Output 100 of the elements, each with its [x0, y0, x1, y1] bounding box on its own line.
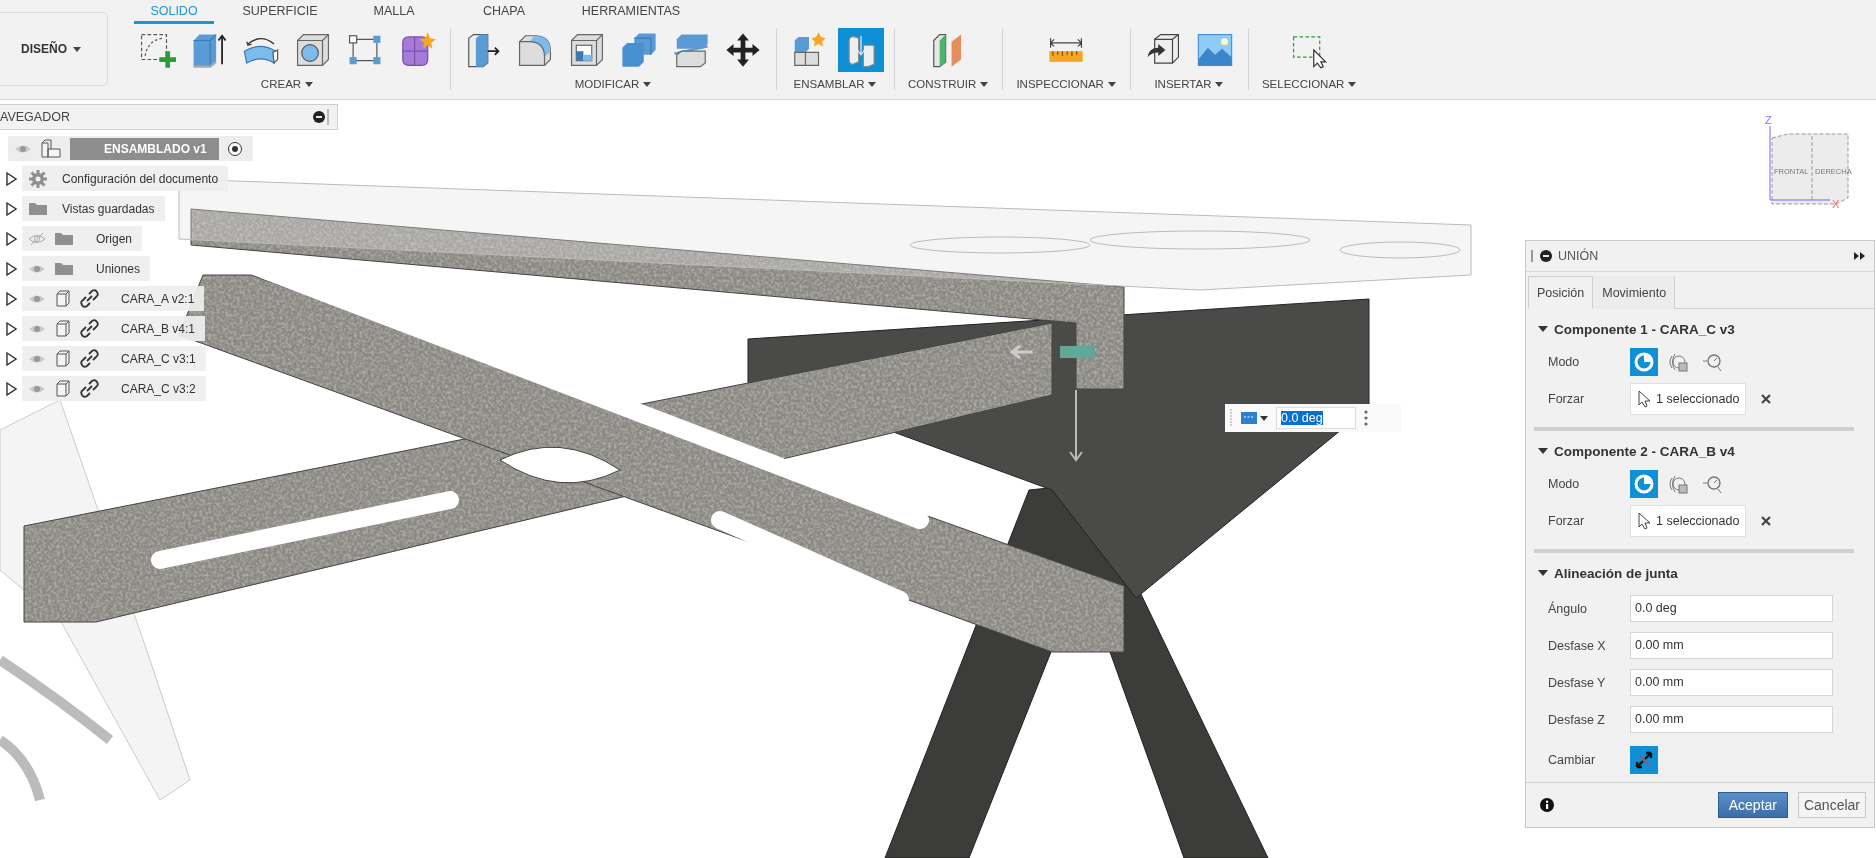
swap-arrows-icon [1634, 749, 1654, 770]
cube-icon [54, 379, 72, 398]
radio-icon[interactable] [226, 140, 243, 157]
cancel-button[interactable]: Cancelar [1797, 792, 1866, 818]
caret-icon [1348, 81, 1357, 87]
caret-icon [643, 81, 652, 87]
selection-value: 1 seleccionado [1656, 391, 1740, 406]
tree-item[interactable]: CARA_C v3:2 [22, 376, 206, 401]
toolbar-group-menu[interactable]: INSPECCIONAR [1012, 76, 1120, 92]
selection-field[interactable]: 1 seleccionado [1630, 504, 1747, 537]
panel-tab[interactable]: Posición [1528, 276, 1594, 309]
tree-item[interactable]: CARA_C v3:1 [22, 346, 206, 371]
section-title: Componente 2 - CARA_B v4 [1554, 443, 1735, 459]
section-title: Alineación de junta [1554, 565, 1678, 581]
cube-icon [54, 319, 72, 338]
toolbar-group-menu[interactable]: CONSTRUIR [904, 76, 993, 92]
flip-button[interactable] [1630, 745, 1658, 774]
toolbar-tab[interactable]: MALLA [357, 0, 431, 24]
grip-icon[interactable] [1530, 249, 1534, 263]
measure-icon [1241, 412, 1257, 424]
axis-label: X [1832, 198, 1840, 210]
move-icon [724, 31, 762, 69]
clear-icon[interactable] [1760, 514, 1773, 527]
toolbar-tab[interactable]: CHAPA [466, 0, 542, 24]
input-field[interactable]: 0.0 deg [1630, 595, 1833, 622]
panel-title: AVEGADOR [0, 110, 71, 124]
field-label: Cambiar [1548, 752, 1597, 767]
item-label: CARA_C v3:1 [120, 351, 196, 366]
tree-item[interactable]: Uniones [22, 256, 151, 281]
toolbar-tab[interactable]: HERRAMIENTAS [565, 0, 697, 24]
toolbar-group-menu[interactable]: ENSAMBLAR [789, 76, 881, 92]
image-icon [1195, 31, 1234, 69]
simple-mode-button[interactable] [1630, 469, 1658, 498]
toolbar-group-menu[interactable]: CREAR [256, 76, 318, 92]
selection-value: 1 seleccionado [1656, 513, 1740, 528]
field-label: Forzar [1548, 513, 1586, 528]
collapse-icon[interactable] [1540, 250, 1552, 262]
caret-icon [73, 46, 81, 52]
gear-icon [28, 168, 48, 189]
shell-icon [568, 31, 606, 69]
cursor-icon [1637, 389, 1651, 408]
caret-icon [1107, 81, 1116, 87]
link-icon [80, 379, 99, 398]
joint-tool-button[interactable] [838, 28, 884, 72]
section-title: Componente 1 - CARA_C v3 [1554, 321, 1735, 337]
caret-icon [980, 81, 989, 87]
item-label: CARA_C v3:2 [120, 381, 196, 396]
expand-icon[interactable] [1854, 251, 1866, 261]
field-label: Desfase Z [1548, 712, 1606, 727]
clear-icon[interactable] [1760, 392, 1773, 405]
triangle-icon [5, 321, 17, 336]
tree-item[interactable]: Configuración del documento [22, 166, 229, 191]
selection-field[interactable]: 1 seleccionado [1630, 382, 1747, 415]
item-label: CARA_A v2:1 [120, 291, 195, 306]
panel-title: UNIÓN [1558, 249, 1600, 263]
axis-label: Z [1765, 114, 1772, 126]
triangle-icon [5, 201, 17, 216]
workspace-dropdown[interactable]: DISEÑO [0, 12, 108, 86]
toolbar-group-menu[interactable]: MODIFICAR [570, 76, 656, 92]
input-field[interactable]: 0.00 mm [1630, 632, 1833, 659]
panel-tab[interactable]: Movimiento [1593, 276, 1676, 309]
link-icon [80, 289, 99, 308]
field-label: Forzar [1548, 391, 1586, 406]
tree-item[interactable]: Vistas guardadas [22, 196, 165, 221]
field-label: Desfase X [1548, 638, 1607, 653]
toolbar-group-menu[interactable]: INSERTAR [1150, 76, 1228, 92]
field-label: Modo [1548, 476, 1581, 491]
triangle-icon [5, 381, 17, 396]
hole-icon [294, 31, 332, 69]
input-field[interactable]: 0.00 mm [1630, 669, 1833, 696]
grip-icon[interactable] [325, 108, 331, 126]
info-icon[interactable] [1540, 798, 1554, 812]
caret-icon [1260, 415, 1268, 421]
triangle-icon [5, 171, 17, 186]
grip-icon[interactable] [1229, 408, 1233, 428]
accept-button[interactable]: Aceptar [1717, 792, 1788, 818]
triangle-icon [5, 291, 17, 306]
cube-icon [54, 349, 72, 368]
field-label: Desfase Y [1548, 675, 1607, 690]
sketch-icon [138, 31, 176, 69]
field-label: Modo [1548, 354, 1581, 369]
input-field[interactable]: 0.00 mm [1630, 706, 1833, 733]
tree-item[interactable]: CARA_A v2:1 [22, 286, 205, 311]
down-arrow-icon[interactable] [1069, 389, 1083, 462]
tree-item[interactable]: Origen [22, 226, 143, 251]
cursor-icon [1637, 511, 1651, 530]
section-toggle[interactable] [1538, 324, 1548, 334]
item-label: Vistas guardadas [61, 201, 155, 216]
toolbar-group-menu[interactable]: SELECCIONAR [1257, 76, 1361, 92]
simple-mode-button[interactable] [1630, 347, 1658, 376]
section-toggle[interactable] [1538, 568, 1548, 578]
collapse-icon[interactable] [313, 111, 325, 123]
item-label: Uniones [95, 261, 141, 276]
joint-marker[interactable] [1060, 346, 1095, 358]
angle-input[interactable]: 0.0 deg [1276, 407, 1356, 429]
toolbar-tab[interactable]: SUPERFICIE [226, 0, 334, 24]
tree-item[interactable]: CARA_B v4:1 [22, 316, 206, 341]
cube-icon [54, 289, 72, 308]
section-toggle[interactable] [1538, 446, 1548, 456]
triangle-icon [1538, 568, 1548, 578]
